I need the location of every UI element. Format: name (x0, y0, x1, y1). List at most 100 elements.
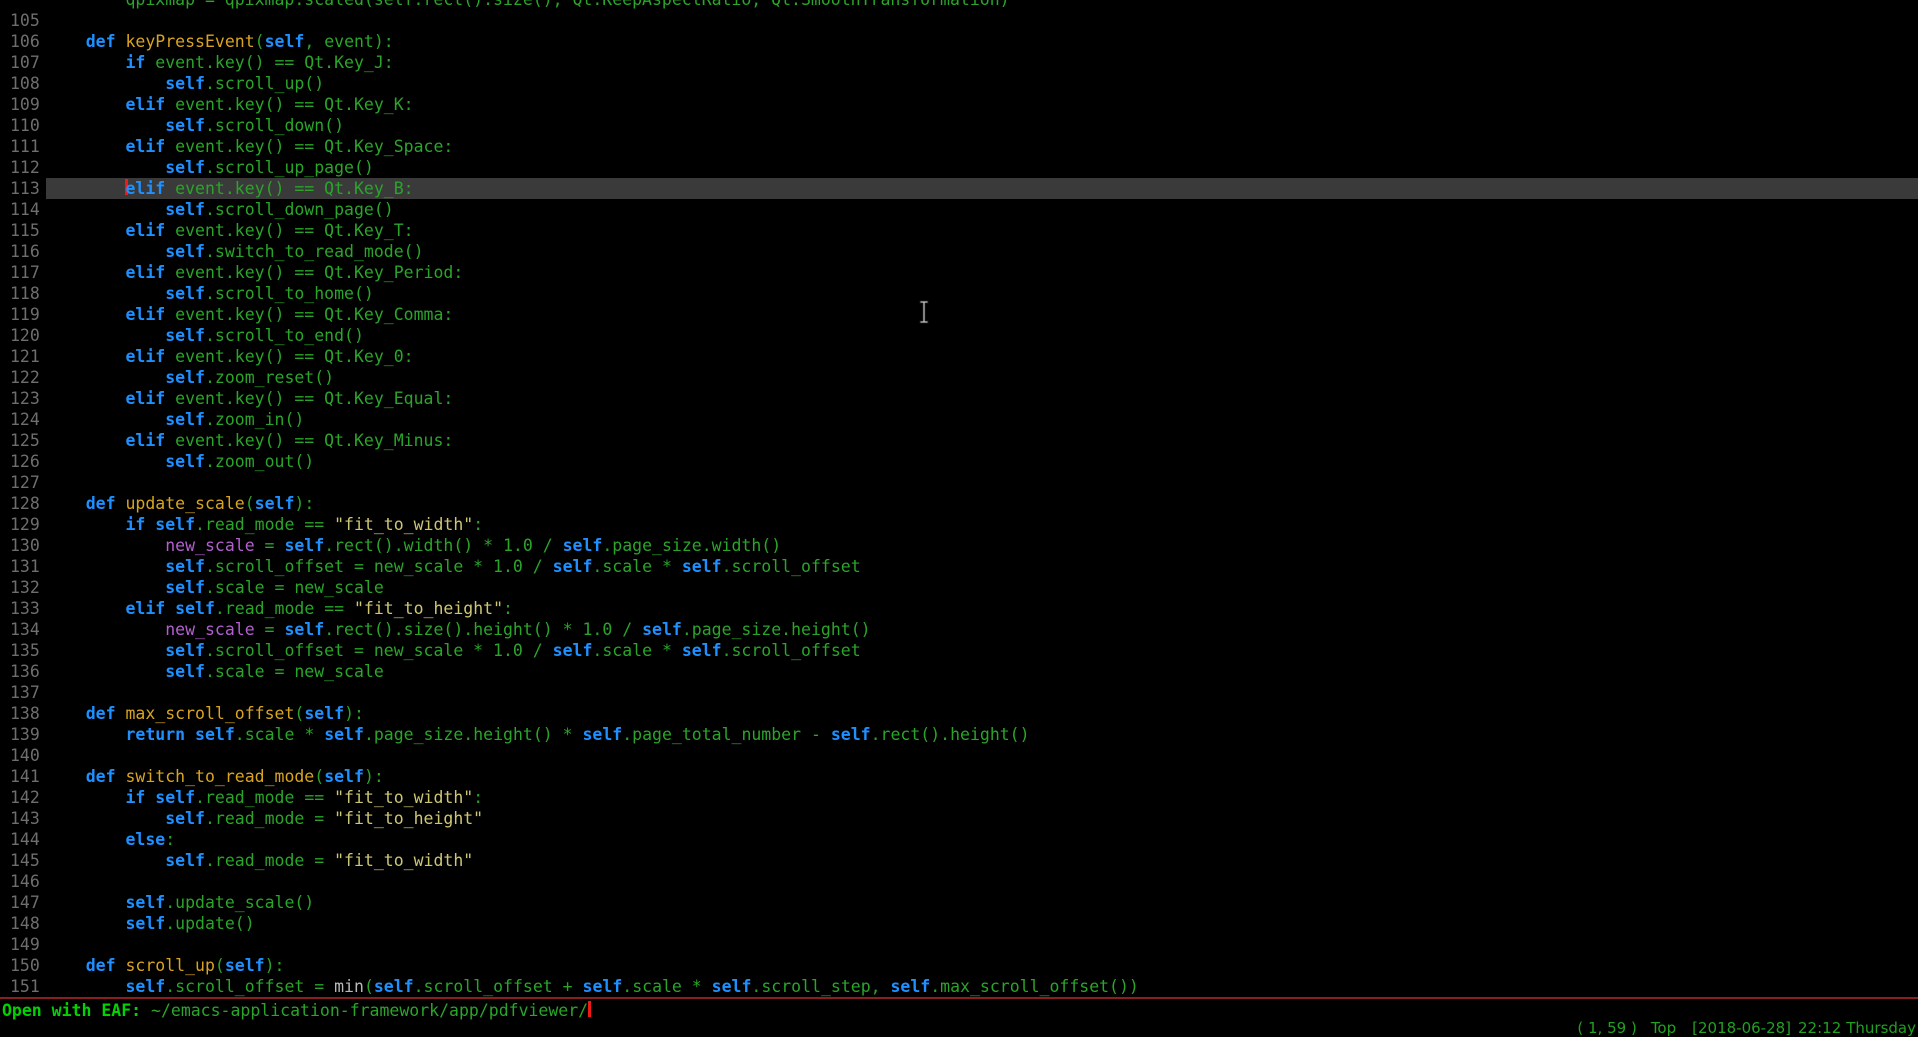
code-line-146[interactable]: 146 (0, 871, 1918, 892)
code-text[interactable] (46, 745, 1918, 766)
code-text[interactable]: elif event.key() == Qt.Key_0: (46, 346, 1918, 367)
code-line-133[interactable]: 133 elif self.read_mode == "fit_to_heigh… (0, 598, 1918, 619)
code-text[interactable]: self.read_mode = "fit_to_height" (46, 808, 1918, 829)
code-text[interactable] (46, 10, 1918, 31)
code-text[interactable]: self.scroll_down() (46, 115, 1918, 136)
code-text[interactable] (46, 472, 1918, 493)
code-line-122[interactable]: 122 self.zoom_reset() (0, 367, 1918, 388)
code-line-140[interactable]: 140 (0, 745, 1918, 766)
code-text[interactable]: def scroll_up(self): (46, 955, 1918, 976)
code-line-109[interactable]: 109 elif event.key() == Qt.Key_K: (0, 94, 1918, 115)
code-line-118[interactable]: 118 self.scroll_to_home() (0, 283, 1918, 304)
code-line-partial[interactable]: qpixmap = qpixmap.scaled(self.rect().siz… (0, 0, 1918, 10)
code-text[interactable]: self.switch_to_read_mode() (46, 241, 1918, 262)
code-text[interactable]: new_scale = self.rect().size().height() … (46, 619, 1918, 640)
code-text[interactable]: self.zoom_in() (46, 409, 1918, 430)
code-text[interactable]: elif event.key() == Qt.Key_Equal: (46, 388, 1918, 409)
code-text[interactable]: elif event.key() == Qt.Key_T: (46, 220, 1918, 241)
code-text[interactable]: self.update() (46, 913, 1918, 934)
code-line-108[interactable]: 108 self.scroll_up() (0, 73, 1918, 94)
code-text[interactable] (46, 682, 1918, 703)
code-line-151[interactable]: 151 self.scroll_offset = min(self.scroll… (0, 976, 1918, 997)
code-line-111[interactable]: 111 elif event.key() == Qt.Key_Space: (0, 136, 1918, 157)
code-text[interactable] (46, 871, 1918, 892)
code-line-124[interactable]: 124 self.zoom_in() (0, 409, 1918, 430)
code-line-119[interactable]: 119 elif event.key() == Qt.Key_Comma: (0, 304, 1918, 325)
code-text[interactable]: self.scroll_offset = min(self.scroll_off… (46, 976, 1918, 997)
code-line-120[interactable]: 120 self.scroll_to_end() (0, 325, 1918, 346)
code-line-148[interactable]: 148 self.update() (0, 913, 1918, 934)
code-line-149[interactable]: 149 (0, 934, 1918, 955)
code-line-110[interactable]: 110 self.scroll_down() (0, 115, 1918, 136)
code-text[interactable]: self.scroll_offset = new_scale * 1.0 / s… (46, 556, 1918, 577)
code-line-131[interactable]: 131 self.scroll_offset = new_scale * 1.0… (0, 556, 1918, 577)
code-text[interactable]: self.read_mode = "fit_to_width" (46, 850, 1918, 871)
code-line-132[interactable]: 132 self.scale = new_scale (0, 577, 1918, 598)
code-text[interactable]: elif event.key() == Qt.Key_Space: (46, 136, 1918, 157)
code-text[interactable]: qpixmap = qpixmap.scaled(self.rect().siz… (46, 0, 1918, 10)
code-line-135[interactable]: 135 self.scroll_offset = new_scale * 1.0… (0, 640, 1918, 661)
code-line-105[interactable]: 105 (0, 10, 1918, 31)
code-line-143[interactable]: 143 self.read_mode = "fit_to_height" (0, 808, 1918, 829)
code-text[interactable]: self.zoom_out() (46, 451, 1918, 472)
code-text[interactable]: def update_scale(self): (46, 493, 1918, 514)
code-text[interactable]: if self.read_mode == "fit_to_width": (46, 514, 1918, 535)
code-line-121[interactable]: 121 elif event.key() == Qt.Key_0: (0, 346, 1918, 367)
code-line-107[interactable]: 107 if event.key() == Qt.Key_J: (0, 52, 1918, 73)
code-text[interactable]: if self.read_mode == "fit_to_width": (46, 787, 1918, 808)
code-line-139[interactable]: 139 return self.scale * self.page_size.h… (0, 724, 1918, 745)
code-line-129[interactable]: 129 if self.read_mode == "fit_to_width": (0, 514, 1918, 535)
scroll-state: Top (1651, 1019, 1676, 1037)
code-text[interactable]: else: (46, 829, 1918, 850)
code-text[interactable]: def max_scroll_offset(self): (46, 703, 1918, 724)
code-line-142[interactable]: 142 if self.read_mode == "fit_to_width": (0, 787, 1918, 808)
code-text[interactable]: self.scroll_offset = new_scale * 1.0 / s… (46, 640, 1918, 661)
code-text[interactable]: new_scale = self.rect().width() * 1.0 / … (46, 535, 1918, 556)
code-line-147[interactable]: 147 self.update_scale() (0, 892, 1918, 913)
code-line-141[interactable]: 141 def switch_to_read_mode(self): (0, 766, 1918, 787)
code-text[interactable]: return self.scale * self.page_size.heigh… (46, 724, 1918, 745)
code-text[interactable]: self.scroll_up() (46, 73, 1918, 94)
code-line-126[interactable]: 126 self.zoom_out() (0, 451, 1918, 472)
code-text[interactable]: elif self.read_mode == "fit_to_height": (46, 598, 1918, 619)
code-line-114[interactable]: 114 self.scroll_down_page() (0, 199, 1918, 220)
code-line-150[interactable]: 150 def scroll_up(self): (0, 955, 1918, 976)
code-line-128[interactable]: 128 def update_scale(self): (0, 493, 1918, 514)
code-line-138[interactable]: 138 def max_scroll_offset(self): (0, 703, 1918, 724)
code-text[interactable]: elif event.key() == Qt.Key_Period: (46, 262, 1918, 283)
code-area[interactable]: qpixmap = qpixmap.scaled(self.rect().siz… (0, 0, 1918, 997)
code-line-145[interactable]: 145 self.read_mode = "fit_to_width" (0, 850, 1918, 871)
code-text[interactable]: self.scroll_up_page() (46, 157, 1918, 178)
code-text[interactable] (46, 934, 1918, 955)
code-line-117[interactable]: 117 elif event.key() == Qt.Key_Period: (0, 262, 1918, 283)
code-line-123[interactable]: 123 elif event.key() == Qt.Key_Equal: (0, 388, 1918, 409)
code-text[interactable]: elif event.key() == Qt.Key_B: (46, 178, 1918, 199)
code-text[interactable]: self.scale = new_scale (46, 577, 1918, 598)
code-text[interactable]: self.zoom_reset() (46, 367, 1918, 388)
code-line-130[interactable]: 130 new_scale = self.rect().width() * 1.… (0, 535, 1918, 556)
code-line-144[interactable]: 144 else: (0, 829, 1918, 850)
code-line-112[interactable]: 112 self.scroll_up_page() (0, 157, 1918, 178)
code-text[interactable]: self.update_scale() (46, 892, 1918, 913)
code-line-116[interactable]: 116 self.switch_to_read_mode() (0, 241, 1918, 262)
minibuffer[interactable]: Open with EAF: ~/emacs-application-frame… (0, 1000, 1918, 1021)
code-line-137[interactable]: 137 (0, 682, 1918, 703)
code-line-125[interactable]: 125 elif event.key() == Qt.Key_Minus: (0, 430, 1918, 451)
code-line-127[interactable]: 127 (0, 472, 1918, 493)
code-text[interactable]: if event.key() == Qt.Key_J: (46, 52, 1918, 73)
code-text[interactable]: self.scale = new_scale (46, 661, 1918, 682)
code-text[interactable]: self.scroll_down_page() (46, 199, 1918, 220)
code-line-134[interactable]: 134 new_scale = self.rect().size().heigh… (0, 619, 1918, 640)
code-line-115[interactable]: 115 elif event.key() == Qt.Key_T: (0, 220, 1918, 241)
code-line-106[interactable]: 106 def keyPressEvent(self, event): (0, 31, 1918, 52)
code-text[interactable]: elif event.key() == Qt.Key_K: (46, 94, 1918, 115)
code-text[interactable]: self.scroll_to_home() (46, 283, 1918, 304)
code-text[interactable]: self.scroll_to_end() (46, 325, 1918, 346)
code-text[interactable]: elif event.key() == Qt.Key_Minus: (46, 430, 1918, 451)
minibuffer-input[interactable]: ~/emacs-application-framework/app/pdfvie… (151, 1001, 588, 1020)
code-line-136[interactable]: 136 self.scale = new_scale (0, 661, 1918, 682)
code-text[interactable]: def keyPressEvent(self, event): (46, 31, 1918, 52)
code-text[interactable]: def switch_to_read_mode(self): (46, 766, 1918, 787)
code-text[interactable]: elif event.key() == Qt.Key_Comma: (46, 304, 1918, 325)
code-line-113[interactable]: 113 elif event.key() == Qt.Key_B: (0, 178, 1918, 199)
